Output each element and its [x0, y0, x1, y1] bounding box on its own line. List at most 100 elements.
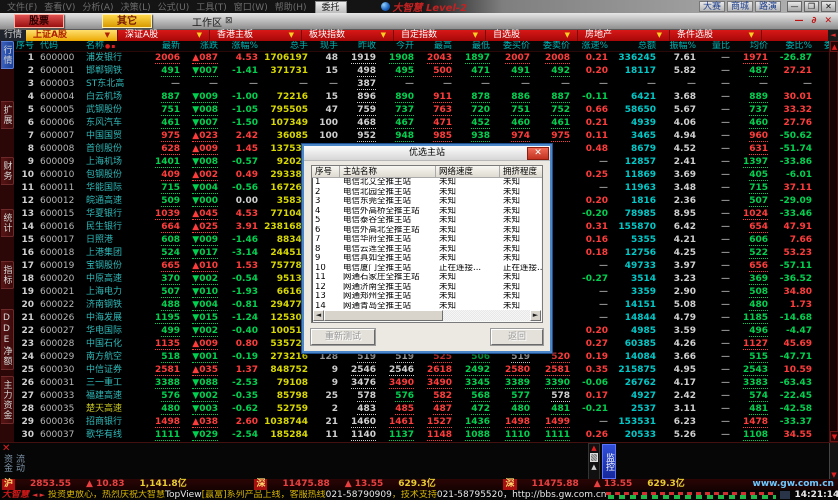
ticker-arrows-icon[interactable]: ◄ ► [32, 490, 45, 500]
server-row[interactable]: 7 电信华府全推主站 未知 未知 [312, 235, 542, 245]
table-row[interactable]: 2 600001 邯郸钢铁 491 ▼007 -1.41 371731 15 498 495 500… [14, 65, 829, 78]
table-row[interactable]: 5 600005 武钢股份 751 ▼008 -1.05 795505 47 759 737 763… [14, 104, 829, 117]
column-header[interactable]: 序号 [14, 41, 38, 51]
chevron-down-icon[interactable]: ▼ [473, 30, 478, 41]
table-row[interactable]: 25 600030 中信证券 2581 ▲035 1.37 848752 9 2546 2546 2… [14, 364, 829, 377]
hscroll-thumb[interactable] [324, 310, 444, 321]
market-tab[interactable]: 上证A股 ▼ [26, 30, 119, 41]
column-header[interactable]: 委差 [816, 41, 829, 51]
panel-right-scrollbar[interactable]: ▼ [829, 443, 838, 480]
market-tab[interactable]: 香港主板 ▼ [210, 30, 303, 41]
column-header[interactable]: 涨速% [574, 41, 612, 51]
mini-scroll-up-icon[interactable]: ▲ [591, 444, 596, 452]
chevron-down-icon[interactable]: ▼ [381, 30, 386, 41]
child-restore-button[interactable]: ∂ [812, 16, 817, 26]
table-row[interactable]: 30 600037 歌华有线 1111 ▼029 -2.54 185284 11 1140 113… [14, 429, 829, 442]
weituo-tab[interactable]: 委托 [314, 0, 347, 13]
menu-item[interactable]: 文件(F) [7, 3, 37, 13]
sidebar-tab-财务[interactable]: 财务 [0, 157, 14, 185]
column-header[interactable]: 委卖价 [534, 41, 574, 51]
dialog-hscrollbar[interactable]: ◄ ► [313, 310, 541, 321]
market-tab[interactable]: 条件选股 ▼ [670, 30, 763, 41]
column-header[interactable]: 涨幅% [222, 41, 262, 51]
column-header[interactable]: 昨收 [342, 41, 380, 51]
menu-item[interactable]: 公式(U) [158, 3, 190, 13]
server-row[interactable]: 2 电信北园全推主站 未知 未知 [312, 188, 542, 198]
child-minimize-button[interactable]: — [795, 16, 804, 26]
server-row[interactable]: 10 电信厦门全推主站 正在连接... 正在连接... [312, 264, 542, 274]
chevron-down-icon[interactable]: ▼ [657, 30, 662, 41]
column-header[interactable]: 最高 [418, 41, 456, 51]
table-scrollbar[interactable]: ▲ ▼ [829, 41, 838, 442]
column-header[interactable]: 最低 [456, 41, 494, 51]
hscroll-track[interactable] [324, 310, 530, 321]
column-header[interactable]: 均价 [734, 41, 772, 51]
child-close-button[interactable]: ✕ [824, 16, 832, 26]
table-row[interactable]: 27 600033 福建高速 576 ▼002 -0.35 85798 25 578 576 582… [14, 390, 829, 403]
column-header[interactable]: 代码 [38, 41, 84, 51]
market-tab[interactable]: 房地产 ▼ [578, 30, 671, 41]
server-row[interactable]: 3 电信东莞全推主站 未知 未知 [312, 197, 542, 207]
flow-funds-tab[interactable]: 流动资金 [1, 454, 25, 480]
dialog-column-header[interactable]: 序号 [312, 166, 340, 178]
back-button[interactable]: 返回 [490, 328, 544, 346]
table-row[interactable]: 28 600035 楚天高速 480 ▼003 -0.62 52759 2 483 485 487 4… [14, 403, 829, 416]
hscroll-right-icon[interactable]: ► [530, 310, 541, 321]
topbar-button-大赛[interactable]: 大赛 [698, 1, 725, 12]
server-row[interactable]: 12 网通济南全推主站 未知 未知 [312, 283, 542, 293]
panel-scroll-down-icon[interactable]: ▼ [830, 471, 838, 479]
menu-item[interactable]: 分析(A) [82, 3, 113, 13]
sidebar-tab-行情[interactable]: 行情 [0, 41, 14, 69]
server-row[interactable]: 1 电信北艾全推主站 未知 未知 [312, 178, 542, 188]
table-row[interactable]: 26 600031 三一重工 3388 ▼088 -2.53 79108 9 3476 3490 3… [14, 377, 829, 390]
dialog-close-button[interactable]: ✕ [527, 147, 549, 160]
table-row[interactable]: 4 600004 白云机场 887 ▼009 -1.00 72216 15 896 890 911 8… [14, 91, 829, 104]
server-row[interactable]: 6 电信外高北全推主站 未知 未知 [312, 226, 542, 236]
topbar-button-路演[interactable]: 路演 [754, 1, 781, 12]
column-header[interactable]: 总手 [262, 41, 312, 51]
website-link[interactable]: www.gw.com.cn [753, 479, 834, 490]
table-row[interactable]: 29 600036 招商银行 1498 ▲038 2.60 1038744 21 1460 146… [14, 416, 829, 429]
table-row[interactable]: 1 600000 浦发银行 2006 ▲087 4.53 1706197 48 1919 1908… [14, 52, 829, 65]
sidebar-tab-指标[interactable]: 指标 [0, 261, 14, 289]
sidebar-tab-主力资金[interactable]: 主力资金 [0, 376, 14, 424]
column-header[interactable]: 委买价 [494, 41, 534, 51]
menu-item[interactable]: 帮助(H) [275, 3, 307, 13]
sidebar-tab-DDE净额[interactable]: DDE净额 [0, 309, 14, 370]
market-tab[interactable]: 自选股 ▼ [486, 30, 579, 41]
column-header[interactable]: 振幅% [660, 41, 700, 51]
server-row[interactable]: 4 电信外高桥全推主站 未知 未知 [312, 207, 542, 217]
dialog-column-header[interactable]: 主站名称 [340, 166, 436, 178]
column-header[interactable]: 量比 [700, 41, 734, 51]
panel-close-icon[interactable]: ✕ [2, 444, 10, 454]
server-row[interactable]: 5 电信泰谷全推主站 未知 未知 [312, 216, 542, 226]
dialog-column-header[interactable]: 拥挤程度 [500, 166, 542, 178]
column-header[interactable]: 名称●▪ [84, 41, 146, 51]
server-row[interactable]: 9 电信真如全推主站 未知 未知 [312, 254, 542, 264]
topbar-button-商城[interactable]: 商城 [726, 1, 753, 12]
table-row[interactable]: 7 600007 中国国贸 975 ▲023 2.42 36085 100 952 948 985 9… [14, 130, 829, 143]
menu-item[interactable]: 工具(T) [196, 3, 227, 13]
menu-item[interactable]: 决策(L) [121, 3, 151, 13]
minimize-button[interactable]: — [787, 1, 802, 12]
hscroll-left-icon[interactable]: ◄ [313, 310, 324, 321]
mini-scroll-thumb[interactable] [590, 453, 598, 462]
close-button[interactable]: ✕ [821, 1, 836, 12]
stock-button[interactable]: 股票 [14, 14, 64, 28]
server-row[interactable]: 8 电信云莲全推主站 未知 未知 [312, 245, 542, 255]
market-tab[interactable]: 深证A股 ▼ [118, 30, 211, 41]
sidebar-tab-统计[interactable]: 统计 [0, 209, 14, 237]
column-header[interactable]: 总额 [612, 41, 660, 51]
market-tab[interactable]: 自定指数 ▼ [394, 30, 487, 41]
mini-scroll-up2-icon[interactable]: ▲ [591, 463, 596, 471]
monitor-tab[interactable]: 监控 [602, 444, 616, 479]
panel-mini-scrollbar[interactable]: ▲ ▲ [588, 443, 600, 480]
market-tab[interactable]: 板块指数 ▼ [302, 30, 395, 41]
chevron-down-icon[interactable]: ▼ [565, 30, 570, 41]
server-row[interactable]: 13 网通郑州全推主站 未知 未知 [312, 292, 542, 302]
column-header[interactable]: 委比% [772, 41, 816, 51]
column-header[interactable]: 现手 [312, 41, 342, 51]
table-row[interactable]: 3 600003 ST东北高 — — — — — 387 — — — — — — — — — — — [14, 78, 829, 91]
retest-button[interactable]: 重新测试 [310, 328, 376, 346]
chevron-down-icon[interactable]: ▼ [105, 30, 110, 41]
